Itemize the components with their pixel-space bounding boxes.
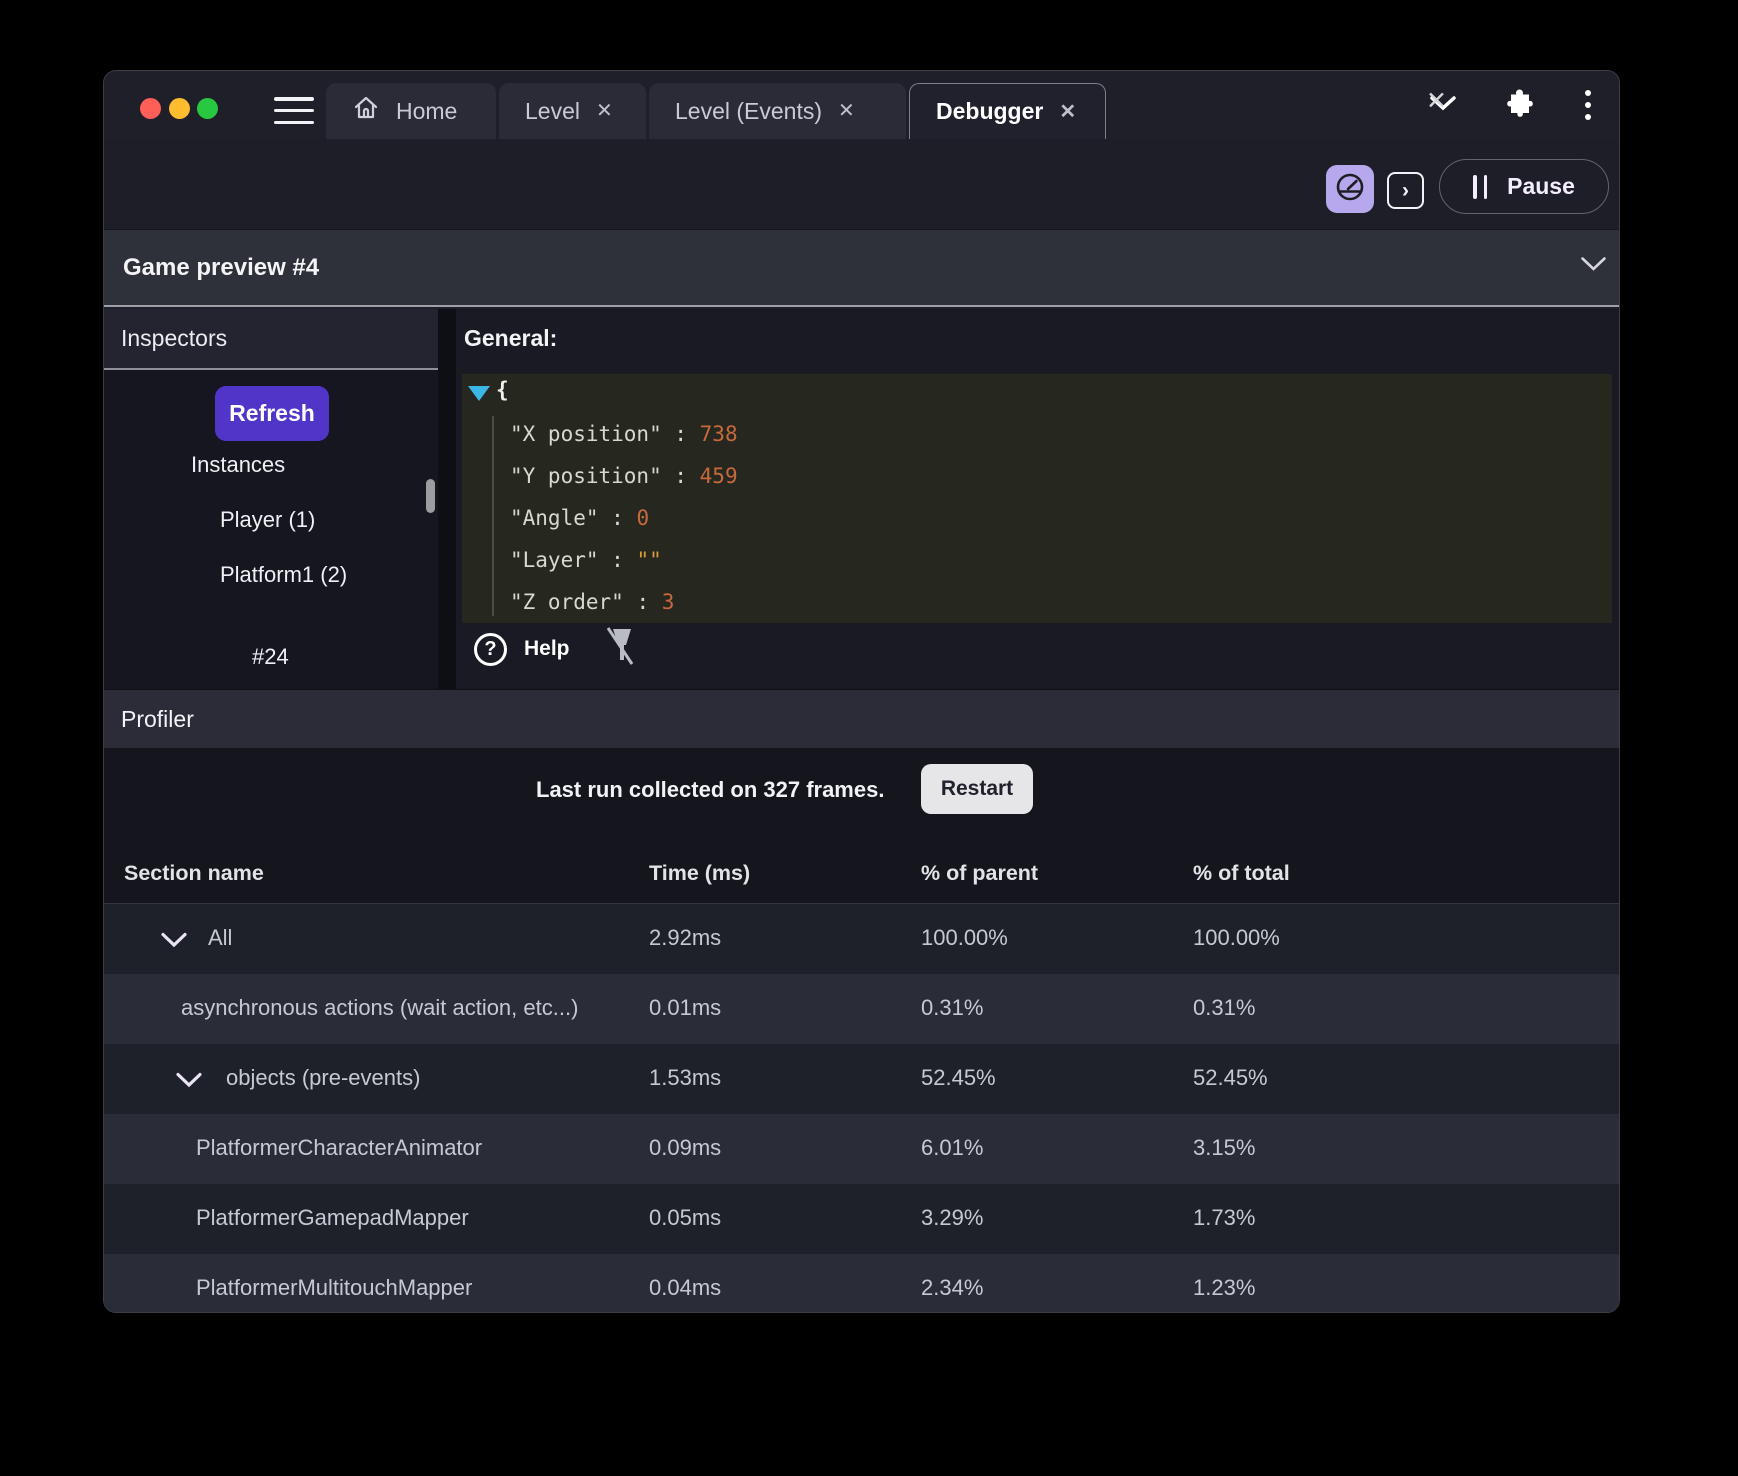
tab-bar: Home Level ✕ Level (Events) ✕ Debugger ✕ bbox=[326, 83, 1106, 139]
column-header-percent-parent: % of parent bbox=[921, 861, 1038, 886]
column-header-percent-total: % of total bbox=[1193, 861, 1290, 886]
tree-item-instances[interactable]: Instances bbox=[191, 452, 285, 478]
table-row: All 2.92ms 100.00% 100.00% bbox=[104, 904, 1619, 974]
tree-item-platform1[interactable]: Platform1 (2) bbox=[220, 562, 347, 588]
profiler-gauge-button[interactable] bbox=[1326, 165, 1374, 213]
general-panel: General: { "X position" : 738 "Y positio… bbox=[456, 309, 1620, 689]
console-button[interactable]: › bbox=[1387, 172, 1424, 209]
close-tab-icon[interactable]: ✕ bbox=[838, 101, 855, 121]
tab-home[interactable]: Home bbox=[326, 83, 496, 139]
tree-item-player[interactable]: Player (1) bbox=[220, 507, 315, 533]
chevron-down-icon[interactable] bbox=[1580, 256, 1607, 277]
inspectors-header: Inspectors bbox=[104, 309, 438, 370]
indent-guide bbox=[492, 416, 494, 616]
property-line-x: "X position" : 738 bbox=[510, 422, 738, 452]
tab-debugger[interactable]: Debugger ✕ bbox=[909, 83, 1106, 139]
screen: Home Level ✕ Level (Events) ✕ Debugger ✕ bbox=[0, 0, 1738, 1476]
profiler-body: Last run collected on 327 frames. Restar… bbox=[104, 748, 1619, 1313]
inspectors-panel: Inspectors Refresh Instances Player (1) … bbox=[104, 309, 438, 689]
panel-divider bbox=[438, 309, 456, 689]
debugger-content: Inspectors Refresh Instances Player (1) … bbox=[104, 309, 1619, 689]
open-brace: { bbox=[496, 378, 509, 402]
column-header-time: Time (ms) bbox=[649, 861, 750, 886]
minimize-window-button[interactable] bbox=[169, 98, 190, 119]
titlebar-actions bbox=[1429, 71, 1591, 139]
expand-chevron-icon[interactable] bbox=[174, 1071, 204, 1094]
tab-level[interactable]: Level ✕ bbox=[499, 83, 646, 139]
profiler-status-text: Last run collected on 327 frames. bbox=[536, 777, 884, 803]
table-row: PlatformerGamepadMapper 0.05ms 3.29% 1.7… bbox=[104, 1184, 1619, 1254]
properties-json-view: { "X position" : 738 "Y position" : 459 … bbox=[462, 374, 1612, 623]
expand-chevron-icon[interactable] bbox=[159, 931, 189, 954]
inspectors-title: Inspectors bbox=[121, 325, 227, 352]
debugger-window: Home Level ✕ Level (Events) ✕ Debugger ✕ bbox=[103, 70, 1620, 1313]
restart-button[interactable]: Restart bbox=[921, 764, 1033, 814]
titlebar: Home Level ✕ Level (Events) ✕ Debugger ✕ bbox=[104, 71, 1619, 139]
tab-label: Level bbox=[525, 98, 580, 125]
tab-label: Level (Events) bbox=[675, 98, 822, 125]
help-icon[interactable]: ? bbox=[474, 633, 507, 666]
table-row: objects (pre-events) 1.53ms 52.45% 52.45… bbox=[104, 1044, 1619, 1114]
table-row: PlatformerMultitouchMapper 0.04ms 2.34% … bbox=[104, 1254, 1619, 1313]
unpin-icon[interactable] bbox=[601, 626, 639, 673]
console-chevron-icon: › bbox=[1402, 179, 1409, 203]
help-row: ? Help bbox=[474, 627, 639, 671]
gauge-icon bbox=[1333, 170, 1367, 209]
table-row: PlatformerCharacterAnimator 0.09ms 6.01%… bbox=[104, 1114, 1619, 1184]
inspectors-scrollbar-thumb[interactable] bbox=[426, 479, 435, 513]
tab-label: Home bbox=[396, 98, 457, 125]
help-label[interactable]: Help bbox=[524, 637, 570, 661]
hamburger-menu-icon[interactable] bbox=[274, 97, 314, 124]
refresh-button[interactable]: Refresh bbox=[215, 386, 329, 441]
game-preview-title: Game preview #4 bbox=[123, 254, 319, 282]
close-profiler-icon[interactable]: ✕ bbox=[1426, 86, 1447, 116]
property-line-zorder: "Z order" : 3 bbox=[510, 590, 674, 620]
profiler-header: Profiler bbox=[104, 689, 1619, 748]
property-line-y: "Y position" : 459 bbox=[510, 464, 738, 494]
debugger-toolbar: › Pause bbox=[104, 139, 1619, 229]
pause-label: Pause bbox=[1507, 173, 1575, 200]
close-tab-icon[interactable]: ✕ bbox=[596, 101, 613, 121]
general-title: General: bbox=[464, 325, 557, 352]
tab-label: Debugger bbox=[936, 98, 1043, 125]
home-icon bbox=[352, 94, 380, 128]
property-line-angle: "Angle" : 0 bbox=[510, 506, 649, 536]
close-tab-icon[interactable]: ✕ bbox=[1059, 102, 1076, 122]
pause-button[interactable]: Pause bbox=[1439, 159, 1609, 214]
tree-item-instance-24[interactable]: #24 bbox=[252, 644, 289, 670]
kebab-menu-icon[interactable] bbox=[1585, 90, 1591, 120]
tab-level-events[interactable]: Level (Events) ✕ bbox=[649, 83, 906, 139]
profiler-title: Profiler bbox=[121, 706, 194, 733]
extensions-puzzle-icon[interactable] bbox=[1505, 87, 1537, 124]
pause-icon bbox=[1473, 175, 1487, 199]
zoom-window-button[interactable] bbox=[197, 98, 218, 119]
profiler-table-header: Section name Time (ms) % of parent % of … bbox=[104, 846, 1619, 904]
game-preview-header: Game preview #4 bbox=[104, 229, 1619, 307]
column-header-section-name: Section name bbox=[124, 861, 264, 886]
table-row: asynchronous actions (wait action, etc..… bbox=[104, 974, 1619, 1044]
collapse-triangle-icon[interactable] bbox=[467, 384, 491, 408]
property-line-layer: "Layer" : "" bbox=[510, 548, 662, 578]
close-window-button[interactable] bbox=[140, 98, 161, 119]
